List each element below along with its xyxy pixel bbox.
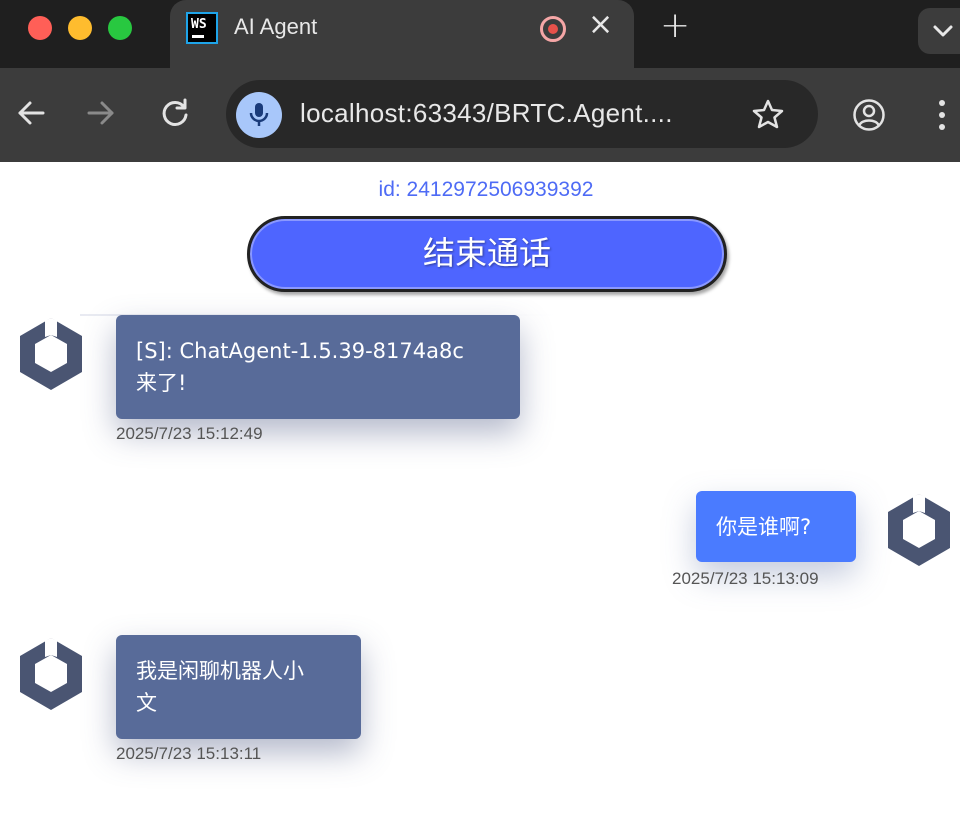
browser-tab-active[interactable]: WS AI Agent × bbox=[170, 0, 634, 68]
message-text-line: 你是谁啊? bbox=[716, 515, 812, 539]
agent-avatar-icon bbox=[20, 318, 82, 390]
user-message-bubble: 你是谁啊? bbox=[696, 491, 856, 562]
user-avatar-icon bbox=[888, 494, 950, 566]
more-menu-icon[interactable] bbox=[936, 98, 948, 132]
bookmark-star-icon[interactable] bbox=[752, 98, 784, 130]
url-text[interactable]: localhost:63343/BRTC.Agent.... bbox=[300, 98, 673, 129]
message-timestamp: 2025/7/23 15:13:09 bbox=[672, 569, 819, 588]
message-text-line: 文 bbox=[136, 691, 157, 715]
message-timestamp: 2025/7/23 15:13:11 bbox=[116, 744, 262, 763]
end-call-button[interactable]: 结束通话 bbox=[247, 216, 727, 292]
microphone-icon bbox=[249, 103, 269, 126]
agent-message-bubble: [S]: ChatAgent-1.5.39-8174a8c 来了! bbox=[116, 315, 520, 419]
tab-search-button[interactable] bbox=[918, 8, 960, 54]
tab-close-icon[interactable]: × bbox=[588, 10, 613, 40]
minimize-window-button[interactable] bbox=[68, 16, 92, 40]
chat-page: id: 2412972506939392 结束通话 [S]: ChatAgent… bbox=[0, 162, 960, 822]
webstorm-favicon-icon: WS bbox=[186, 12, 218, 44]
maximize-window-button[interactable] bbox=[108, 16, 132, 40]
message-text-line: 我是闲聊机器人小 bbox=[136, 659, 304, 683]
agent-message-bubble: 我是闲聊机器人小 文 bbox=[116, 635, 361, 739]
agent-avatar-icon bbox=[20, 638, 82, 710]
back-arrow-icon[interactable] bbox=[16, 98, 46, 128]
message-timestamp: 2025/7/23 15:12:49 bbox=[116, 424, 263, 443]
address-bar[interactable]: localhost:63343/BRTC.Agent.... bbox=[226, 80, 818, 148]
session-id-label: id: 2412972506939392 bbox=[378, 178, 594, 201]
close-window-button[interactable] bbox=[28, 16, 52, 40]
chevron-down-icon bbox=[933, 25, 953, 37]
browser-tab-bar: WS AI Agent × + bbox=[0, 0, 960, 68]
message-text-line: 来了! bbox=[136, 371, 187, 395]
message-text-line: [S]: ChatAgent-1.5.39-8174a8c bbox=[136, 339, 464, 363]
profile-avatar-icon[interactable] bbox=[852, 98, 886, 132]
recording-indicator-icon bbox=[540, 16, 566, 42]
browser-toolbar: localhost:63343/BRTC.Agent.... bbox=[0, 68, 960, 162]
voice-search-button[interactable] bbox=[236, 92, 282, 138]
forward-arrow-icon[interactable] bbox=[86, 98, 116, 128]
new-tab-button[interactable]: + bbox=[660, 8, 690, 44]
tab-title: AI Agent bbox=[234, 14, 318, 39]
reload-icon[interactable] bbox=[160, 98, 190, 128]
